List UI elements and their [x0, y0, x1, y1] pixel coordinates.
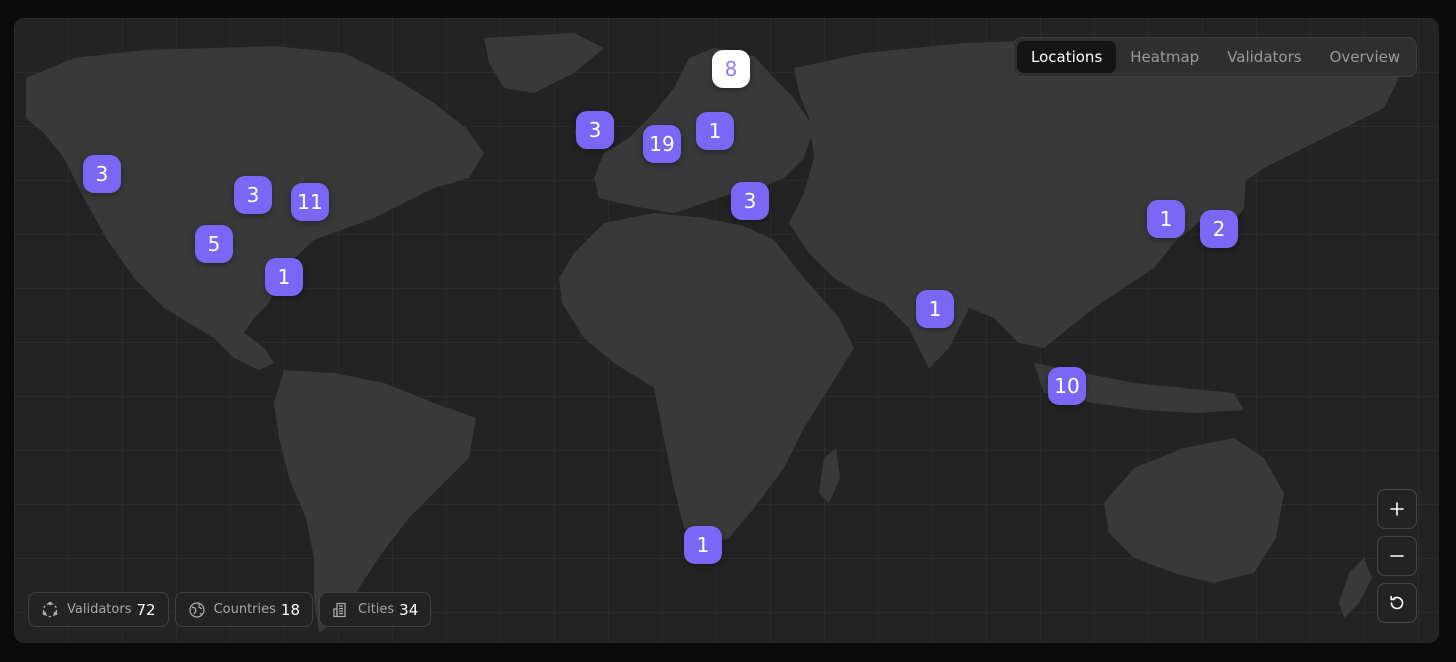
- view-tabs: Locations Heatmap Validators Overview: [1013, 37, 1417, 77]
- building-icon: [332, 601, 350, 619]
- reset-view-button[interactable]: [1377, 583, 1417, 623]
- reset-icon: [1390, 595, 1404, 610]
- stat-validators-label: Validators: [67, 602, 132, 617]
- minus-icon: [1390, 555, 1404, 557]
- map-panel[interactable]: Locations Heatmap Validators Overview 3 …: [14, 18, 1439, 643]
- tab-locations[interactable]: Locations: [1017, 41, 1117, 73]
- land-australia: [1104, 438, 1284, 583]
- land-greenland: [484, 33, 604, 93]
- network-icon: [41, 601, 59, 619]
- globe-icon: [188, 601, 206, 619]
- stat-validators-value: 72: [136, 600, 156, 619]
- location-marker[interactable]: 5: [195, 225, 233, 263]
- stat-countries-label: Countries: [213, 602, 276, 617]
- location-marker[interactable]: 3: [576, 111, 614, 149]
- location-marker-selected[interactable]: 8: [712, 50, 750, 88]
- stat-cities-value: 34: [399, 600, 419, 619]
- plus-icon: [1390, 502, 1404, 516]
- location-marker[interactable]: 19: [643, 125, 681, 163]
- location-marker[interactable]: 1: [916, 290, 954, 328]
- location-marker[interactable]: 1: [696, 112, 734, 150]
- location-marker[interactable]: 3: [234, 176, 272, 214]
- zoom-out-button[interactable]: [1377, 536, 1417, 576]
- land-madagascar: [819, 448, 840, 503]
- tab-heatmap[interactable]: Heatmap: [1116, 41, 1213, 73]
- stat-validators: Validators 72: [28, 592, 169, 627]
- location-marker[interactable]: 1: [1147, 200, 1185, 238]
- stat-countries: Countries 18: [174, 592, 313, 627]
- tab-overview[interactable]: Overview: [1316, 41, 1415, 73]
- stat-cities-label: Cities: [358, 602, 395, 617]
- location-marker[interactable]: 11: [291, 183, 329, 221]
- land-asia: [789, 40, 1399, 368]
- location-marker[interactable]: 10: [1048, 367, 1086, 405]
- location-marker[interactable]: 1: [684, 526, 722, 564]
- zoom-in-button[interactable]: [1377, 489, 1417, 529]
- stat-cities: Cities 34: [319, 592, 432, 627]
- location-marker[interactable]: 3: [83, 155, 121, 193]
- location-marker[interactable]: 2: [1200, 210, 1238, 248]
- location-marker[interactable]: 3: [731, 182, 769, 220]
- land-africa: [559, 213, 854, 548]
- tab-validators[interactable]: Validators: [1213, 41, 1315, 73]
- land-new-zealand: [1339, 558, 1372, 618]
- stat-countries-value: 18: [280, 600, 300, 619]
- location-marker[interactable]: 1: [265, 258, 303, 296]
- stats-bar: Validators 72 Countries 18 Cities 34: [28, 592, 432, 627]
